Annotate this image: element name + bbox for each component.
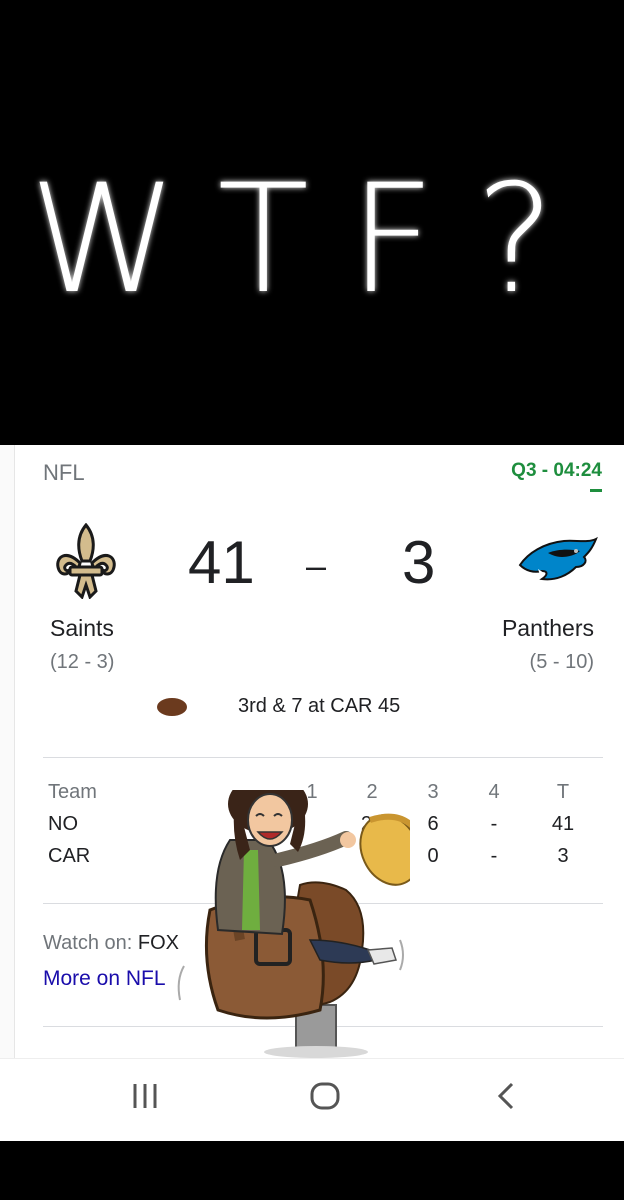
home-score: 41 xyxy=(188,529,255,596)
down-distance: 3rd & 7 at CAR 45 xyxy=(238,695,401,717)
row-team: CAR xyxy=(48,845,91,867)
row-q3: 6 xyxy=(427,813,439,835)
divider xyxy=(43,757,603,758)
header-q3: 3 xyxy=(427,781,439,803)
scorecard: NFL Q3 - 04:24 41 – 3 Saints Panthers (1… xyxy=(0,445,624,1058)
back-icon[interactable] xyxy=(494,1081,518,1116)
football-icon xyxy=(156,697,188,722)
row-total: 41 xyxy=(551,813,575,835)
recent-apps-icon[interactable] xyxy=(131,1081,159,1116)
live-indicator xyxy=(590,489,602,492)
game-clock: Q3 - 04:24 xyxy=(511,460,602,481)
away-record: (5 - 10) xyxy=(529,651,594,673)
row-q4: - xyxy=(490,813,498,835)
row-q3: 0 xyxy=(427,845,439,867)
home-record: (12 - 3) xyxy=(50,651,115,673)
home-team-name[interactable]: Saints xyxy=(50,615,114,642)
panthers-logo-icon[interactable] xyxy=(518,535,598,590)
header-team: Team xyxy=(48,781,97,803)
saints-fleur-de-lis-icon[interactable] xyxy=(52,522,120,604)
row-total: 3 xyxy=(557,845,569,867)
away-score: 3 xyxy=(402,529,436,596)
more-on-nfl-link[interactable]: More on NFL xyxy=(43,967,166,991)
meme-caption: WTF? xyxy=(29,153,595,327)
away-team-name[interactable]: Panthers xyxy=(502,615,594,642)
watch-label: Watch on: xyxy=(43,932,133,954)
row-q4: - xyxy=(490,845,498,867)
header-q4: 4 xyxy=(488,781,500,803)
watch-on: Watch on: FOX xyxy=(43,932,179,955)
league-label[interactable]: NFL xyxy=(43,460,85,486)
row-team: NO xyxy=(48,813,78,835)
card-edge xyxy=(0,445,15,1058)
android-nav-bar xyxy=(0,1058,624,1141)
score-separator: – xyxy=(306,545,327,586)
bitmoji-bull-rider-sticker xyxy=(170,774,421,1058)
header-total: T xyxy=(556,781,570,803)
home-icon[interactable] xyxy=(309,1081,341,1116)
